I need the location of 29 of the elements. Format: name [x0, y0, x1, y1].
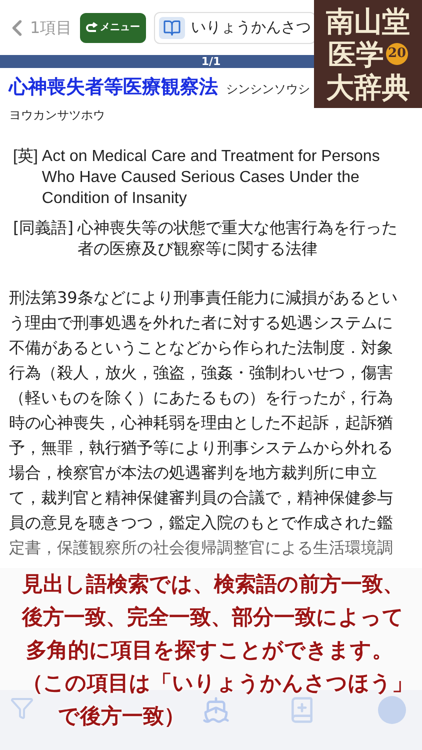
entry-title: 心神喪失者等医療観察法 — [9, 75, 218, 100]
body-text-line: 行為（殺人，放火，強盗，強姦・強制わいせつ，傷害 — [9, 362, 394, 384]
search-value: いりょうかんさつ — [191, 17, 312, 38]
body-text-line: 員の意見を聴きつつ，鑑定入院のもとで作成された鑑 — [9, 512, 394, 534]
return-arrow-icon — [86, 22, 98, 34]
body-text-line: 定書，保護観察所の社会復帰調整官による生活環境調 — [9, 536, 394, 558]
body-text-line: 予，無罪，執行猶予等により刑事システムから外れる — [9, 436, 394, 458]
promo-caption: 見出し語検索では、検索語の前方一致、 — [22, 572, 404, 596]
promo-caption: （この項目は「いりょうかんさつほう」 — [22, 671, 413, 695]
synonym-tag: [同義語] — [13, 216, 78, 258]
body-text-line: 時の心神喪失，心神耗弱を理由とした不起訴，起訴猶 — [9, 412, 394, 434]
entry-reading: ヨウカンサツホウ — [9, 106, 106, 124]
body-text-line: 不備があるということなどから作られた法制度．対象 — [9, 336, 394, 358]
english-term: Act on Medical Care and Treatment for Persons Who Have Caused Serious Cases Under the Condition of Insanity — [42, 146, 381, 208]
promo-caption: 後方一致、完全一致、部分一致によって — [22, 605, 404, 629]
body-text-line: 刑法第39条などにより刑事責任能力に減損があるとい — [9, 286, 398, 308]
body-text-line: て，裁判官と精神保健審判員の合議で，精神保健参与 — [9, 486, 394, 508]
synonym-text: 心神喪失等の状態で重大な他害行為を行った者の医療及び観察等に関する法律 — [77, 216, 398, 258]
promo-caption: で後方一致） — [58, 704, 185, 728]
body-text-line: 場合，検察官が本法の処遇審判を地方裁判所に申立 — [9, 462, 378, 484]
book-icon — [163, 18, 182, 36]
body-text-line: （軽いものを除く）にあたるもの）を行ったが，行為 — [9, 386, 394, 408]
body-text-line: う理由で刑事処遇を外れた者に対する処遇システムに — [9, 312, 394, 334]
english-tag: [英] — [13, 146, 42, 208]
promo-caption: 多角的に項目を探すことができます。 — [26, 638, 393, 662]
menu-button[interactable]: メニュー — [80, 12, 146, 42]
entry-reading: シンシンソウシ — [226, 81, 310, 98]
filter-icon[interactable] — [10, 696, 34, 720]
search-field[interactable]: いりょうかんさつ — [154, 12, 316, 44]
